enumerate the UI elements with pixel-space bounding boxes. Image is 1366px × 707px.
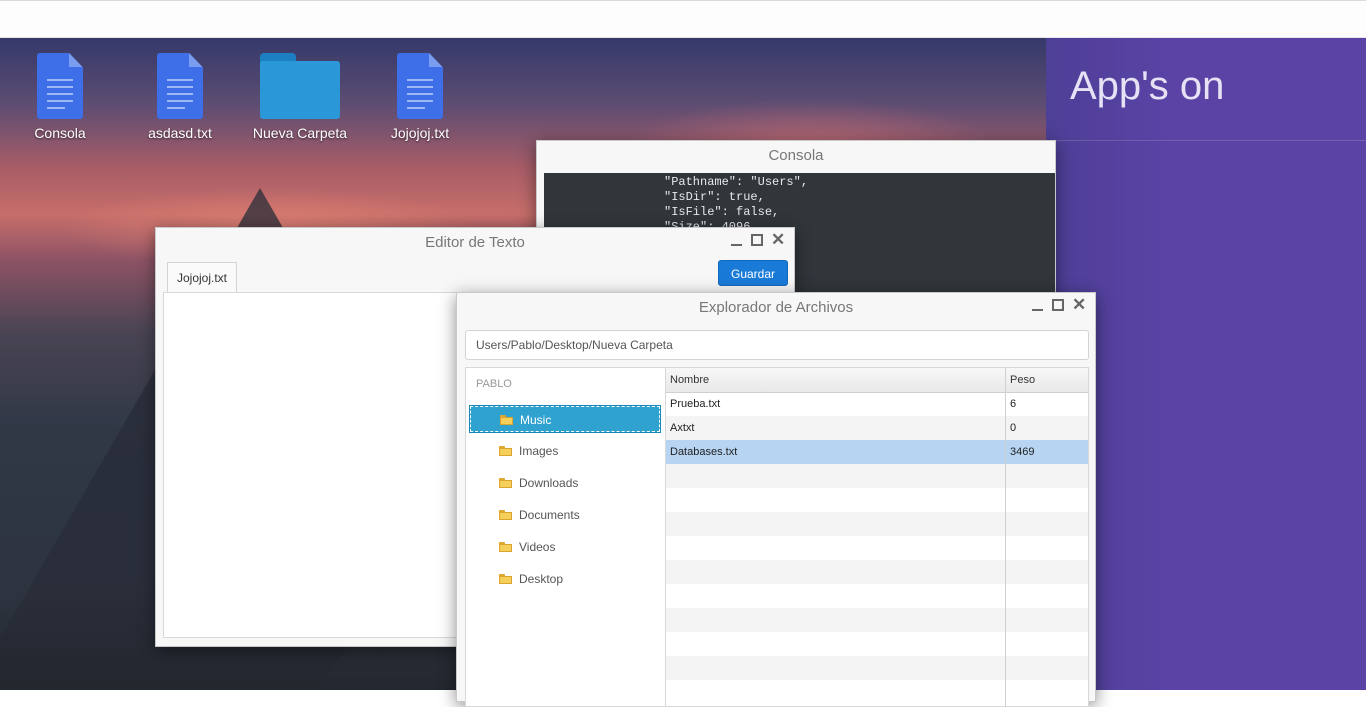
cell-size: 0 — [1010, 422, 1017, 434]
table-header: Nombre Peso — [666, 368, 1088, 393]
table-row[interactable]: Axtxt 0 — [666, 416, 1088, 440]
terminal-line: "IsDir": true, — [664, 190, 765, 204]
folder-icon — [500, 415, 513, 425]
tree-item-label: Documents — [519, 508, 580, 522]
side-panel-title: App's on — [1070, 64, 1225, 108]
empty-row — [666, 488, 1088, 512]
tree-root-label: PABLO — [476, 378, 512, 390]
cell-name: Prueba.txt — [670, 398, 721, 410]
cell-name: Axtxt — [670, 422, 695, 434]
folder-icon — [499, 574, 512, 584]
close-icon[interactable]: ✕ — [1072, 296, 1086, 313]
tree-item-label: Images — [519, 444, 559, 458]
document-icon — [397, 53, 443, 119]
desktop-icon-jojojoj[interactable]: Jojojoj.txt — [365, 53, 475, 141]
tree-item-images[interactable]: Images — [470, 438, 660, 464]
empty-row — [666, 560, 1088, 584]
tree-item-label: Downloads — [519, 476, 579, 490]
file-table: Nombre Peso Prueba.txt 6 Axtxt 0 Databas… — [665, 367, 1089, 707]
file-explorer-window[interactable]: Explorador de Archivos ✕ Users/Pablo/Des… — [456, 292, 1096, 707]
terminal-line: "IsFile": false, — [664, 205, 780, 219]
tree-item-desktop[interactable]: Desktop — [470, 566, 660, 592]
divider — [1046, 140, 1366, 141]
terminal-line: "Pathname": "Users", — [664, 175, 809, 189]
tree-item-label: Desktop — [519, 572, 564, 586]
empty-row — [666, 680, 1088, 704]
empty-row — [666, 464, 1088, 488]
tree-item-label: Music — [520, 413, 552, 427]
path-field[interactable]: Users/Pablo/Desktop/Nueva Carpeta — [465, 330, 1089, 360]
desktop-icon-label: Nueva Carpeta — [252, 125, 348, 141]
empty-row — [666, 536, 1088, 560]
top-bar — [0, 0, 1366, 38]
cell-name: Databases.txt — [670, 446, 738, 458]
folder-icon — [260, 53, 340, 119]
desktop-icon-label: Consola — [34, 125, 86, 141]
folder-icon — [499, 478, 512, 488]
tree-item-music[interactable]: Music — [469, 405, 661, 433]
window-title: Explorador de Archivos — [698, 299, 854, 316]
table-row[interactable]: Databases.txt 3469 — [666, 440, 1088, 464]
tree-item-documents[interactable]: Documents — [470, 502, 660, 528]
empty-row — [666, 512, 1088, 536]
folder-tree: PABLO Music Images Downloads Documents V… — [465, 367, 665, 707]
empty-row — [666, 584, 1088, 608]
tree-item-label: Videos — [519, 540, 556, 554]
close-icon[interactable]: ✕ — [771, 231, 785, 248]
window-title: Consola — [768, 147, 824, 164]
column-header-nombre[interactable]: Nombre — [666, 368, 1005, 392]
desktop-icon-consola[interactable]: Consola — [5, 53, 115, 141]
empty-row — [666, 608, 1088, 632]
tree-item-videos[interactable]: Videos — [470, 534, 660, 560]
desktop-icon-nueva-carpeta[interactable]: Nueva Carpeta — [245, 53, 355, 141]
minimize-icon[interactable] — [730, 234, 743, 247]
folder-icon — [499, 542, 512, 552]
folder-icon — [499, 446, 512, 456]
tree-item-downloads[interactable]: Downloads — [470, 470, 660, 496]
cell-size: 3469 — [1010, 446, 1035, 458]
empty-row — [666, 656, 1088, 680]
desktop-icon-label: Jojojoj.txt — [390, 125, 450, 141]
cell-size: 6 — [1010, 398, 1017, 410]
save-button[interactable]: Guardar — [718, 260, 788, 286]
editor-tab[interactable]: Jojojoj.txt — [167, 262, 237, 292]
table-row[interactable]: Prueba.txt 6 — [666, 392, 1088, 416]
column-divider[interactable] — [1005, 368, 1006, 706]
window-title: Editor de Texto — [425, 234, 525, 251]
desktop-icon-asdasd[interactable]: asdasd.txt — [125, 53, 235, 141]
maximize-icon[interactable] — [1052, 299, 1064, 311]
folder-icon — [499, 510, 512, 520]
desktop-icon-label: asdasd.txt — [148, 125, 212, 141]
document-icon — [157, 53, 203, 119]
maximize-icon[interactable] — [751, 234, 763, 246]
empty-row — [666, 632, 1088, 656]
column-header-peso[interactable]: Peso — [1006, 368, 1088, 392]
document-icon — [37, 53, 83, 119]
minimize-icon[interactable] — [1031, 299, 1044, 312]
